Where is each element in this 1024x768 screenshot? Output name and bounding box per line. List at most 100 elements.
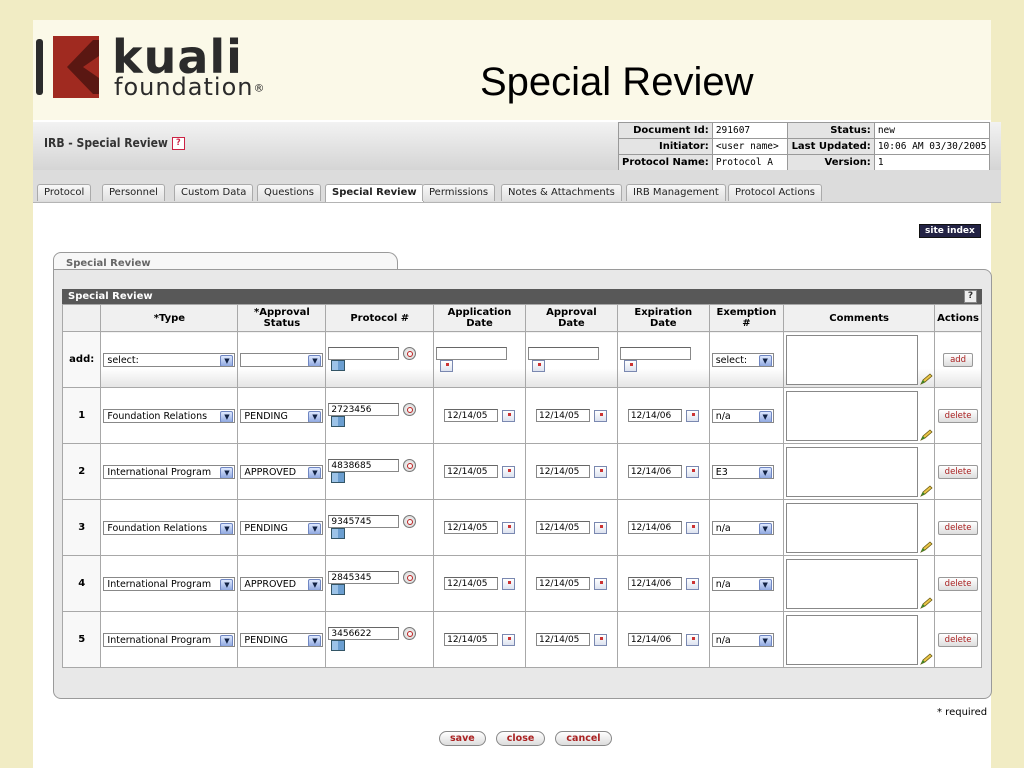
delete-button[interactable]: delete (937, 464, 979, 479)
application-date-input[interactable]: 12/14/05 (444, 633, 499, 646)
pencil-icon[interactable] (919, 428, 933, 442)
add-expiration-date-input[interactable] (619, 347, 691, 360)
application-date-input[interactable]: 12/14/05 (444, 465, 499, 478)
application-date-input[interactable]: 12/14/05 (444, 577, 499, 590)
book-icon[interactable] (331, 360, 346, 372)
add-protocol-input[interactable] (328, 347, 400, 361)
pencil-icon[interactable] (919, 596, 933, 610)
protocol-input[interactable]: 2845345 (328, 571, 400, 585)
exemption-select[interactable]: n/a ▼ (711, 576, 774, 591)
calendar-icon[interactable] (440, 360, 454, 372)
calendar-icon[interactable] (685, 409, 699, 422)
magnifier-icon[interactable] (403, 459, 417, 473)
expiration-date-input[interactable]: 12/14/06 (627, 633, 682, 646)
add-application-date-input[interactable] (436, 347, 508, 360)
exemption-select[interactable]: n/a ▼ (711, 632, 774, 647)
type-select[interactable]: International Program ▼ (103, 464, 236, 479)
pencil-icon[interactable] (919, 372, 933, 386)
add-comments-textarea[interactable] (786, 334, 933, 385)
magnifier-icon[interactable] (403, 403, 417, 417)
pencil-icon[interactable] (919, 484, 933, 498)
tab-custom-data[interactable]: Custom Data (174, 184, 254, 201)
expiration-date-input[interactable]: 12/14/06 (627, 409, 682, 422)
protocol-input[interactable]: 4838685 (328, 459, 400, 473)
book-icon[interactable] (331, 472, 346, 484)
close-button[interactable]: close (495, 731, 546, 746)
pencil-icon[interactable] (919, 652, 933, 666)
cancel-button[interactable]: cancel (555, 731, 612, 746)
magnifier-icon[interactable] (403, 515, 417, 529)
comments-textarea[interactable] (786, 390, 933, 441)
delete-button[interactable]: delete (937, 576, 979, 591)
book-icon[interactable] (331, 584, 346, 596)
tab-personnel[interactable]: Personnel (102, 184, 165, 201)
calendar-icon[interactable] (593, 577, 607, 590)
help-icon[interactable]: ? (964, 290, 977, 303)
expiration-date-input[interactable]: 12/14/06 (627, 577, 682, 590)
tab-protocol-actions[interactable]: Protocol Actions (728, 184, 823, 201)
tab-special-review[interactable]: Special Review (325, 184, 424, 202)
protocol-input[interactable]: 2723456 (328, 403, 400, 417)
comments-textarea[interactable] (786, 446, 933, 497)
approval-date-input[interactable]: 12/14/05 (535, 521, 590, 534)
approval-status-select[interactable]: APPROVED ▼ (240, 464, 324, 479)
calendar-icon[interactable] (685, 465, 699, 478)
calendar-icon[interactable] (593, 465, 607, 478)
approval-status-select[interactable]: PENDING ▼ (240, 408, 324, 423)
protocol-input[interactable]: 3456622 (328, 627, 400, 641)
tab-permissions[interactable]: Permissions (422, 184, 496, 201)
application-date-input[interactable]: 12/14/05 (444, 521, 499, 534)
approval-status-select[interactable]: APPROVED ▼ (240, 576, 324, 591)
book-icon[interactable] (331, 640, 346, 652)
calendar-icon[interactable] (502, 465, 516, 478)
expiration-date-input[interactable]: 12/14/06 (627, 465, 682, 478)
book-icon[interactable] (331, 528, 346, 540)
add-exemption-select[interactable]: select: ▼ (711, 352, 774, 367)
add-approval-status-select[interactable]: ▼ (240, 352, 324, 367)
exemption-select[interactable]: n/a ▼ (711, 408, 774, 423)
magnifier-icon[interactable] (403, 347, 417, 361)
comments-textarea[interactable] (786, 502, 933, 553)
protocol-input[interactable]: 9345745 (328, 515, 400, 529)
calendar-icon[interactable] (685, 633, 699, 646)
calendar-icon[interactable] (593, 409, 607, 422)
approval-date-input[interactable]: 12/14/05 (535, 409, 590, 422)
calendar-icon[interactable] (593, 633, 607, 646)
book-icon[interactable] (331, 416, 346, 428)
comments-textarea[interactable] (786, 558, 933, 609)
application-date-input[interactable]: 12/14/05 (444, 409, 499, 422)
approval-date-input[interactable]: 12/14/05 (535, 465, 590, 478)
calendar-icon[interactable] (502, 409, 516, 422)
delete-button[interactable]: delete (937, 520, 979, 535)
tab-questions[interactable]: Questions (257, 184, 321, 201)
calendar-icon[interactable] (502, 521, 516, 534)
add-type-select[interactable]: select: ▼ (103, 352, 236, 367)
tab-notes-attachments[interactable]: Notes & Attachments (501, 184, 622, 201)
pencil-icon[interactable] (919, 540, 933, 554)
approval-date-input[interactable]: 12/14/05 (535, 577, 590, 590)
calendar-icon[interactable] (502, 633, 516, 646)
delete-button[interactable]: delete (937, 632, 979, 647)
tab-protocol[interactable]: Protocol (37, 184, 92, 201)
save-button[interactable]: save (439, 731, 486, 746)
comments-textarea[interactable] (786, 614, 933, 665)
delete-button[interactable]: delete (937, 408, 979, 423)
approval-status-select[interactable]: PENDING ▼ (240, 632, 324, 647)
type-select[interactable]: Foundation Relations ▼ (103, 520, 236, 535)
site-index-link[interactable]: site index (919, 224, 981, 238)
exemption-select[interactable]: n/a ▼ (711, 520, 774, 535)
add-approval-date-input[interactable] (527, 347, 599, 360)
add-button[interactable]: add (943, 352, 974, 367)
calendar-icon[interactable] (531, 360, 545, 372)
calendar-icon[interactable] (685, 521, 699, 534)
calendar-icon[interactable] (593, 521, 607, 534)
expiration-date-input[interactable]: 12/14/06 (627, 521, 682, 534)
type-select[interactable]: International Program ▼ (103, 632, 236, 647)
help-icon[interactable]: ? (171, 137, 185, 150)
calendar-icon[interactable] (623, 360, 637, 372)
approval-date-input[interactable]: 12/14/05 (535, 633, 590, 646)
exemption-select[interactable]: E3 ▼ (711, 464, 774, 479)
magnifier-icon[interactable] (403, 627, 417, 641)
type-select[interactable]: International Program ▼ (103, 576, 236, 591)
tab-irb-management[interactable]: IRB Management (626, 184, 726, 201)
